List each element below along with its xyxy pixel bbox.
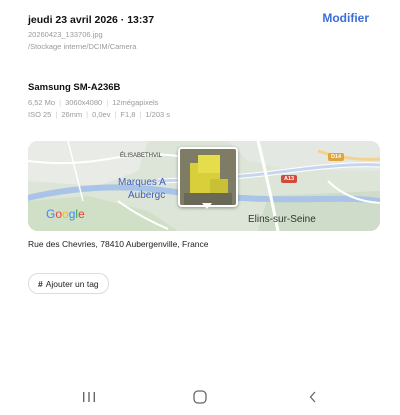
device-name: Samsung SM-A236B (28, 82, 121, 93)
divider: | (55, 110, 58, 119)
map-label-marques: Marques A (118, 177, 166, 188)
file-size: 6,52 Mo (28, 98, 56, 107)
shutter-speed: 1/203 s (145, 110, 170, 119)
exposure-specs: ISO 25 | 26mm | 0,0ev | F1,8 | 1/203 s (28, 110, 170, 119)
divider: | (106, 98, 109, 107)
recent-apps-icon (83, 392, 95, 402)
photo-thumbnail[interactable] (178, 147, 238, 207)
map-label-elins: Elins-sur-Seine (248, 214, 316, 225)
map-pin-pointer (202, 203, 212, 209)
home-button[interactable] (185, 386, 215, 408)
thumbnail-image (180, 149, 236, 205)
location-address: Rue des Chevries, 78410 Aubergenville, F… (28, 239, 209, 249)
exposure-value: 0,0ev (92, 110, 111, 119)
recent-apps-button[interactable] (74, 386, 104, 408)
divider: | (114, 110, 117, 119)
focal-length: 26mm (61, 110, 83, 119)
location-map[interactable]: ÉLISABETHVIL Marques A Aubergc Elins-sur… (28, 141, 380, 231)
file-specs: 6,52 Mo | 3060x4080 | 12mégapixels (28, 98, 158, 107)
add-tag-button[interactable]: # Ajouter un tag (28, 273, 109, 294)
home-icon (193, 390, 207, 404)
aperture: F1,8 (120, 110, 136, 119)
divider: | (86, 110, 89, 119)
hash-icon: # (38, 278, 43, 289)
divider: | (139, 110, 142, 119)
road-badge-a13: A13 (281, 175, 298, 183)
map-label-elisabethville: ÉLISABETHVIL (120, 153, 163, 159)
file-path: /Stockage interne/DCIM/Camera (28, 42, 137, 51)
back-icon (309, 391, 316, 403)
date-time: jeudi 23 avril 2026 · 13:37 (28, 14, 155, 26)
resolution: 3060x4080 (65, 98, 103, 107)
modify-button[interactable]: Modifier (322, 11, 369, 25)
divider: | (59, 98, 62, 107)
system-nav-bar (0, 378, 400, 414)
add-tag-label: Ajouter un tag (45, 278, 99, 289)
map-label-aubergenville: Aubergc (128, 190, 166, 201)
back-button[interactable] (298, 386, 328, 408)
google-logo: Google (46, 207, 85, 221)
road-badge-d14: D14 (328, 153, 345, 161)
megapixels: 12mégapixels (112, 98, 159, 107)
file-name: 20260423_133706.jpg (28, 30, 103, 39)
iso: ISO 25 (28, 110, 52, 119)
